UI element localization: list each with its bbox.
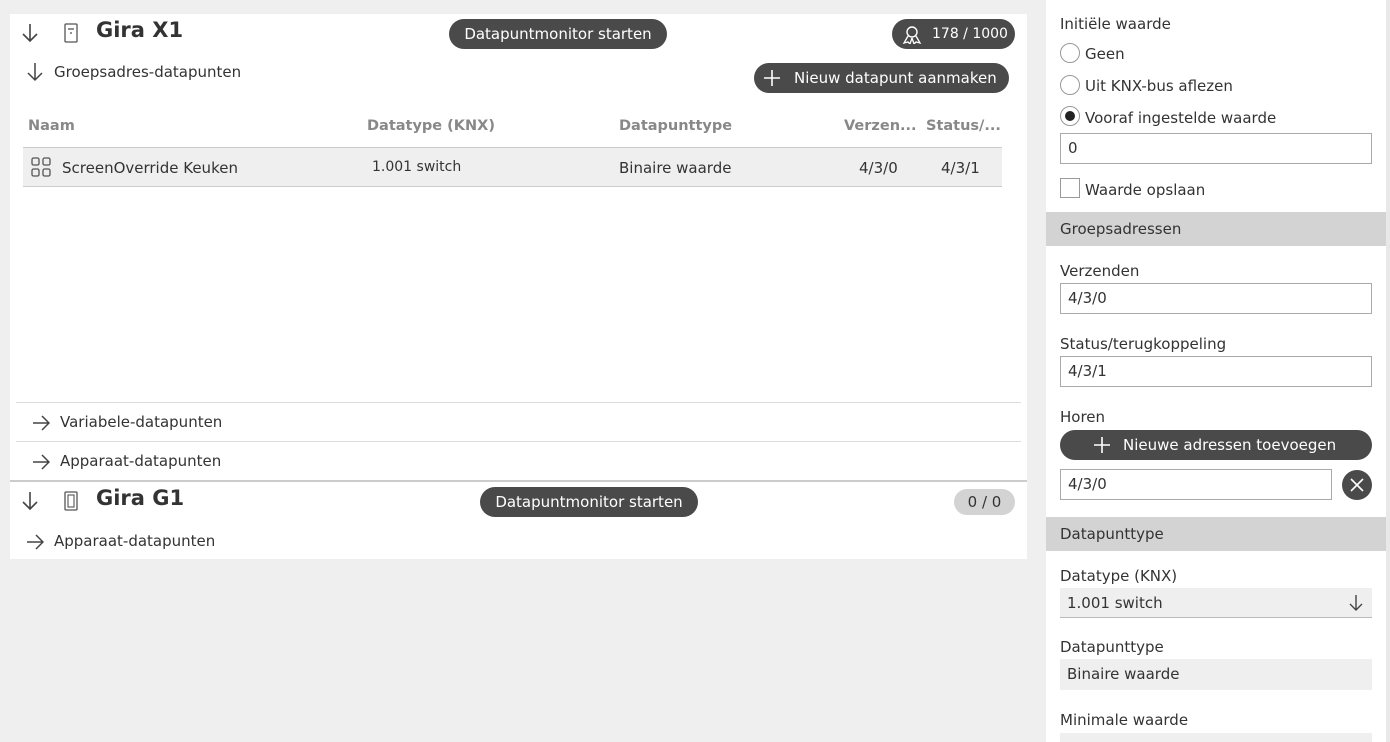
dptype-label: Datapunttype [1060,638,1164,656]
column-header-send[interactable]: Verzen... [844,118,917,134]
section-variable-label: Variabele-datapunten [60,413,223,431]
start-monitor-button[interactable]: Datapuntmonitor starten [449,19,667,49]
dptype-value: Binaire waarde [1060,659,1372,690]
section-device[interactable]: Apparaat-datapunten [16,441,1021,480]
column-header-dptype[interactable]: Datapunttype [619,118,732,134]
initial-value-label: Initiële waarde [1060,15,1171,33]
section-device-label: Apparaat-datapunten [54,532,216,550]
radio-none-label: Geen [1085,45,1125,63]
column-header-name[interactable]: Naam [28,118,75,134]
close-icon [1350,478,1364,492]
add-addresses-button[interactable]: Nieuwe adressen toevoegen [1060,430,1372,460]
group-addresses-title: Groepsadressen [1060,220,1182,238]
listen-address-input[interactable]: 4/3/0 [1060,469,1332,500]
device-icon [64,491,78,511]
ribbon-icon [902,26,922,44]
row-dptype: Binaire waarde [619,159,732,177]
plus-icon [1094,437,1110,453]
datatype-label: Datatype (KNX) [1060,567,1178,585]
status-address-input[interactable]: 4/3/1 [1060,356,1372,387]
save-value-checkbox[interactable] [1060,178,1080,198]
new-datapoint-button[interactable]: Nieuw datapunt aanmaken [754,63,1009,93]
remove-address-button[interactable] [1342,470,1372,500]
chevron-down-icon [1349,595,1363,611]
device-title: Gira G1 [96,486,185,510]
row-name: ScreenOverride Keuken [62,159,238,177]
table-row[interactable]: ScreenOverride Keuken 1.001 switch Binai… [23,147,1002,187]
collapsed-sections: Variabele-datapunten Apparaat-datapunten [16,402,1021,480]
add-addresses-label: Nieuwe adressen toevoegen [1123,436,1337,454]
row-send: 4/3/0 [859,159,898,177]
datatype-value: 1.001 switch [1067,594,1163,612]
send-address-input[interactable]: 4/3/0 [1060,283,1372,314]
new-datapoint-label: Nieuw datapunt aanmaken [794,69,997,87]
grid-icon [31,157,51,177]
table-header: Naam Datatype (KNX) Datapunttype Verzen.… [28,118,1013,146]
datatype-select[interactable]: 1.001 switch [1060,588,1372,618]
group-section-label: Groepsadres-datapunten [54,63,242,81]
initial-value-input[interactable]: 0 [1060,133,1372,164]
radio-none[interactable] [1060,43,1080,63]
column-header-status[interactable]: Status/... [926,118,1001,134]
row-datatype: 1.001 switch [372,159,462,175]
collapse-arrow-icon[interactable] [20,490,40,512]
license-counter: 178 / 1000 [892,19,1015,49]
properties-panel: Initiële waarde Geen Uit KNX-bus aflezen… [1046,0,1386,742]
datapoint-type-header: Datapunttype [1046,517,1386,551]
radio-read-bus[interactable] [1060,75,1080,95]
status-label: Status/terugkoppeling [1060,335,1227,353]
license-counter: 0 / 0 [954,489,1015,515]
device-icon [64,23,78,43]
section-device-label: Apparaat-datapunten [60,452,222,470]
count-value: 178 / 1000 [932,26,1008,42]
group-section-header: Groepsadres-datapunten Nieuw datapunt aa… [10,54,1027,102]
collapse-arrow-icon[interactable] [26,62,44,82]
min-value-label: Minimale waarde [1060,711,1189,729]
collapse-arrow-icon[interactable] [20,22,40,44]
radio-preset-label: Vooraf ingestelde waarde [1085,109,1277,127]
datapoint-type-title: Datapunttype [1060,525,1164,543]
device-header-gira-x1: Gira X1 Datapuntmonitor starten 178 / 10… [10,14,1027,54]
device-title: Gira X1 [96,18,184,42]
listen-label: Horen [1060,408,1106,426]
device-block-gira-g1: Gira G1 Datapuntmonitor starten 0 / 0 Ap… [10,480,1027,561]
device-list: Gira X1 Datapuntmonitor starten 178 / 10… [10,14,1027,559]
expand-arrow-icon [33,415,50,431]
group-addresses-header: Groepsadressen [1046,212,1386,246]
radio-read-bus-label: Uit KNX-bus aflezen [1085,77,1233,95]
section-device[interactable]: Apparaat-datapunten [10,522,1027,561]
expand-arrow-icon [33,454,50,470]
column-header-datatype[interactable]: Datatype (KNX) [367,118,495,134]
send-label: Verzenden [1060,262,1140,280]
start-monitor-button[interactable]: Datapuntmonitor starten [480,487,698,517]
row-status: 4/3/1 [941,159,980,177]
plus-icon [764,70,780,86]
section-variable[interactable]: Variabele-datapunten [16,402,1021,441]
expand-arrow-icon [27,534,44,550]
radio-preset[interactable] [1060,106,1080,126]
save-value-label: Waarde opslaan [1085,181,1206,199]
min-value-field[interactable] [1060,733,1372,742]
device-header-gira-g1: Gira G1 Datapuntmonitor starten 0 / 0 [10,482,1027,522]
panel-scrollbar[interactable] [1386,0,1390,742]
